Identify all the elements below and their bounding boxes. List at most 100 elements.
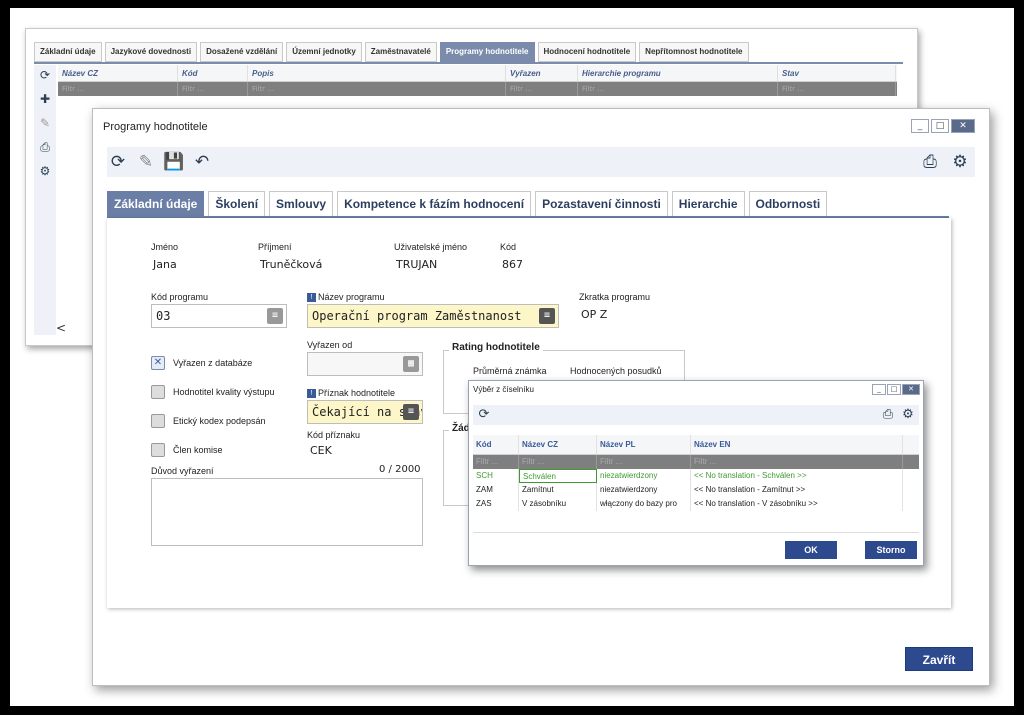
filter-cell[interactable]: Filtr ... xyxy=(178,82,248,96)
main-tab-bar: Základní údaje Školení Smlouvy Kompetenc… xyxy=(107,191,828,217)
back-grid-header: Název CZ Kód Popis Vyřazen Hierarchie pr… xyxy=(58,65,897,82)
cell-kod: SCH xyxy=(473,469,519,483)
table-row[interactable]: SCH Schválen niezatwierdzony << No trans… xyxy=(473,469,919,483)
scroll-left-arrow[interactable]: < xyxy=(56,321,66,335)
filter-cell[interactable]: Filtr ... xyxy=(248,82,506,96)
col-header-kod[interactable]: Kód xyxy=(473,435,519,454)
filter-cell[interactable]: Filtr ... xyxy=(58,82,178,96)
filter-cell[interactable]: Filtr ... xyxy=(691,455,903,469)
col-header-stav[interactable]: Stav xyxy=(778,65,896,81)
col-header-kod[interactable]: Kód xyxy=(178,65,248,81)
col-header-nazev-cz[interactable]: Název CZ xyxy=(58,65,178,81)
kod-programu-label: Kód programu xyxy=(151,292,209,302)
edit-icon[interactable]: ✎ xyxy=(135,151,157,173)
main-toolbar: ⟳ ✎ 💾 ↶ ⎙ ⚙ xyxy=(107,147,975,177)
col-header-nazev-cz[interactable]: Název CZ xyxy=(519,435,597,454)
gear-icon[interactable]: ⚙ xyxy=(949,151,971,173)
zkratka-label: Zkratka programu xyxy=(579,292,651,302)
back-tab-dosazene-vzdelani[interactable]: Dosažené vzdělání xyxy=(200,42,284,62)
back-tab-underline xyxy=(34,62,903,64)
vyrazen-od-label: Vyřazen od xyxy=(307,340,353,350)
list-icon[interactable]: ≡ xyxy=(267,308,283,324)
table-row[interactable]: ZAS V zásobníku włączony do bazy pro << … xyxy=(473,497,919,511)
window-controls: _ □ ✕ xyxy=(911,119,975,133)
dialog-window-controls: _ □ ✕ xyxy=(872,384,920,395)
maximize-button[interactable]: □ xyxy=(887,384,901,395)
checkbox-eticky-kodex[interactable]: Etický kodex podepsán xyxy=(151,414,266,428)
nazev-programu-label: ! Název programu xyxy=(307,292,385,303)
list-icon[interactable]: ≡ xyxy=(539,308,555,324)
filter-cell[interactable]: Filtr ... xyxy=(778,82,896,96)
back-tab-zamestnavatele[interactable]: Zaměstnavatelé xyxy=(364,42,437,62)
vyrazen-od-field[interactable]: ▦ xyxy=(307,352,423,376)
calendar-icon[interactable]: ▦ xyxy=(403,356,419,372)
maximize-button[interactable]: □ xyxy=(931,119,949,133)
priznak-label-text: Příznak hodnotitele xyxy=(318,388,396,398)
col-header-vyrazen[interactable]: Vyřazen xyxy=(506,65,578,81)
filter-cell[interactable]: Filtr ... xyxy=(519,455,597,469)
minimize-button[interactable]: _ xyxy=(872,384,886,395)
refresh-icon[interactable]: ⟳ xyxy=(107,151,129,173)
zkratka-value: OP Z xyxy=(581,308,608,321)
tab-pozastaveni[interactable]: Pozastavení činnosti xyxy=(535,191,668,217)
table-row[interactable]: ZAM Zamítnut niezatwierdzony << No trans… xyxy=(473,483,919,497)
print-icon[interactable]: ⎙ xyxy=(919,151,941,173)
gear-icon[interactable]: ⚙ xyxy=(37,163,53,179)
kod-programu-field[interactable]: 03 ≡ xyxy=(151,304,287,328)
refresh-icon[interactable]: ⟳ xyxy=(37,67,53,83)
back-tab-nepritomnost[interactable]: Nepřítomnost hodnotitele xyxy=(639,42,749,62)
filter-cell[interactable]: Filtr ... xyxy=(473,455,519,469)
checkbox-checked-icon[interactable]: ✕ xyxy=(151,356,165,370)
ok-button[interactable]: OK xyxy=(785,541,837,559)
col-header-hierarchie[interactable]: Hierarchie programu xyxy=(578,65,778,81)
checkbox-clen-komise[interactable]: Člen komise xyxy=(151,443,223,457)
filter-cell[interactable]: Filtr ... xyxy=(506,82,578,96)
tab-zakladni-udaje[interactable]: Základní údaje xyxy=(107,191,205,217)
checkbox-box[interactable] xyxy=(151,414,165,428)
list-icon[interactable]: ≡ xyxy=(403,404,419,420)
print-icon[interactable]: ⎙ xyxy=(37,139,53,155)
required-icon: ! xyxy=(307,293,316,303)
minimize-button[interactable]: _ xyxy=(911,119,929,133)
checkbox-box[interactable] xyxy=(151,443,165,457)
edit-icon[interactable]: ✎ xyxy=(37,115,53,131)
back-tab-uzemni-jednotky[interactable]: Územní jednotky xyxy=(286,42,362,62)
cell-nazev-en: << No translation - V zásobníku >> xyxy=(691,497,903,511)
back-tab-programy-hodnotitele[interactable]: Programy hodnotitele xyxy=(439,42,535,62)
checkbox-hodnotitel-kvality[interactable]: Hodnotitel kvality výstupu xyxy=(151,385,275,399)
checkbox-box[interactable] xyxy=(151,385,165,399)
kod-programu-value: 03 xyxy=(156,309,171,323)
tab-hierarchie[interactable]: Hierarchie xyxy=(671,191,745,217)
checkbox-vyrazen[interactable]: ✕ Vyřazen z databáze xyxy=(151,356,252,370)
col-header-nazev-en[interactable]: Název EN xyxy=(691,435,903,454)
print-icon[interactable]: ⎙ xyxy=(879,405,897,425)
priznak-field[interactable]: Čekající na schv ≡ xyxy=(307,400,423,424)
close-window-button[interactable]: ✕ xyxy=(951,119,975,133)
cell-nazev-cz: Zamítnut xyxy=(519,483,597,497)
close-button[interactable]: Zavřít xyxy=(905,647,973,671)
tab-smlouvy[interactable]: Smlouvy xyxy=(269,191,334,217)
add-icon[interactable]: ✚ xyxy=(37,91,53,107)
col-header-popis[interactable]: Popis xyxy=(248,65,506,81)
nazev-programu-field[interactable]: Operační program Zaměstnanost ≡ xyxy=(307,304,559,328)
tab-kompetence[interactable]: Kompetence k fázím hodnocení xyxy=(337,191,532,217)
dialog-title: Výběr z číselníku xyxy=(473,385,534,394)
back-tab-zakladni-udaje[interactable]: Základní údaje xyxy=(34,42,102,62)
back-tab-hodnoceni-hodnotitele[interactable]: Hodnocení hodnotitele xyxy=(537,42,637,62)
username-label: Uživatelské jméno xyxy=(394,242,468,252)
cancel-button[interactable]: Storno xyxy=(865,541,917,559)
save-icon[interactable]: 💾 xyxy=(163,151,185,173)
filter-cell[interactable]: Filtr ... xyxy=(578,82,778,96)
duvod-textarea[interactable] xyxy=(151,478,423,546)
refresh-icon[interactable]: ⟳ xyxy=(475,405,493,425)
filter-cell[interactable]: Filtr ... xyxy=(597,455,691,469)
kod-priznaku-label: Kód příznaku xyxy=(307,430,361,440)
gear-icon[interactable]: ⚙ xyxy=(899,405,917,425)
tab-skoleni[interactable]: Školení xyxy=(208,191,266,217)
close-dialog-button[interactable]: ✕ xyxy=(902,384,920,395)
tab-odbornosti[interactable]: Odbornosti xyxy=(748,191,828,217)
undo-icon[interactable]: ↶ xyxy=(191,151,213,173)
col-header-nazev-pl[interactable]: Název PL xyxy=(597,435,691,454)
kod-label: Kód xyxy=(500,242,517,252)
back-tab-jazykove-dovednosti[interactable]: Jazykové dovednosti xyxy=(104,42,198,62)
